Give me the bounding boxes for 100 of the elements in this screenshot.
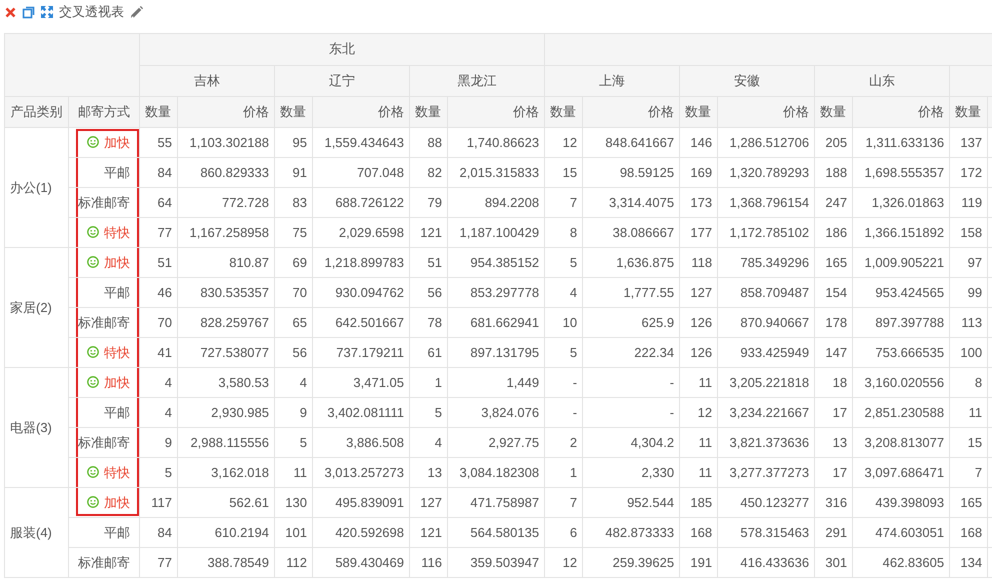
table-cell: 5	[140, 458, 178, 488]
table-cell: 11	[274, 458, 312, 488]
table-cell: 177	[680, 218, 718, 248]
table-cell: 118	[680, 248, 718, 278]
table-cell: 77	[140, 548, 178, 578]
table-cell: 101	[274, 518, 312, 548]
table-cell: 2	[544, 428, 583, 458]
table-cell: 75	[274, 218, 312, 248]
table-cell: 165	[814, 248, 853, 278]
header-cell: 数量	[680, 96, 718, 128]
table-cell: 11	[680, 458, 718, 488]
table-cell: 930.094762	[312, 278, 410, 308]
table-cell: 2,330	[582, 458, 680, 488]
table-cell: 3,277.377273	[718, 458, 815, 488]
table-cell: 4	[140, 398, 178, 428]
table-cell: 11	[680, 428, 718, 458]
table-cell: 7	[950, 458, 988, 488]
table-cell: 3,208.813077	[852, 428, 950, 458]
table-cell: 359.503947	[448, 548, 545, 578]
table-cell: -	[544, 368, 583, 398]
table-cell: 97	[950, 248, 988, 278]
table-cell: 8	[544, 218, 583, 248]
table-cell: 134	[950, 548, 988, 578]
table-cell: 69	[274, 248, 312, 278]
table-cell: 12	[680, 398, 718, 428]
table-cell: 1,368.796154	[718, 188, 815, 218]
table-cell: 电器(3)	[4, 368, 68, 488]
smiley-icon	[87, 226, 99, 238]
header-cell: 安徽	[680, 65, 815, 96]
table-cell: 810.87	[178, 248, 274, 278]
table-cell: 482.873333	[582, 518, 680, 548]
table-cell: 3,886.508	[312, 428, 410, 458]
table-cell: 4,304.2	[582, 428, 680, 458]
table-cell: 7	[544, 488, 583, 518]
table-cell: 848.641667	[582, 128, 680, 158]
table-cell: 589.430469	[312, 548, 410, 578]
header-cell: 数量	[544, 96, 583, 128]
table-cell: 185	[680, 488, 718, 518]
table-cell: 6	[544, 518, 583, 548]
table-cell: 51	[140, 248, 178, 278]
table-cell: 83	[274, 188, 312, 218]
table-cell: 12	[544, 548, 583, 578]
table-cell: 860.829333	[178, 158, 274, 188]
table-cell: 897.397788	[852, 308, 950, 338]
table-cell: 41	[140, 338, 178, 368]
table-title: 交叉透视表	[59, 3, 124, 21]
table-cell: 420.592698	[312, 518, 410, 548]
table-cell: 100	[950, 338, 988, 368]
table-cell: 121	[410, 218, 448, 248]
table-cell: 88	[410, 128, 448, 158]
table-cell: 7	[544, 188, 583, 218]
table-cell: 13	[410, 458, 448, 488]
table-cell: 191	[680, 548, 718, 578]
smiley-icon	[87, 256, 99, 268]
table-cell: 18	[814, 368, 853, 398]
table-cell: 3,471.05	[312, 368, 410, 398]
table-cell: 173	[680, 188, 718, 218]
table-cell: 17	[814, 398, 853, 428]
table-cell: 84	[140, 158, 178, 188]
table-cell: 1,559.434643	[312, 128, 410, 158]
table-cell: 830.535357	[178, 278, 274, 308]
shipping-method-label: 标准邮寄	[78, 434, 130, 450]
table-cell: 625.9	[582, 308, 680, 338]
table-cell: 51	[410, 248, 448, 278]
copy-icon[interactable]	[22, 6, 35, 18]
header-cell: 数量	[140, 96, 178, 128]
table-cell: 870.940667	[718, 308, 815, 338]
shipping-method-label: 加快	[104, 254, 130, 270]
table-cell: 147	[814, 338, 853, 368]
table-cell: 3,205.221818	[718, 368, 815, 398]
table-cell: 3,234.221667	[718, 398, 815, 428]
shipping-method-label: 平邮	[104, 404, 130, 420]
table-cell: 562.61	[178, 488, 274, 518]
table-cell: 3,160.020556	[852, 368, 950, 398]
shipping-method-label: 加快	[104, 374, 130, 390]
table-cell: 737.179211	[312, 338, 410, 368]
table-cell: 17	[814, 458, 853, 488]
table-cell: 291	[814, 518, 853, 548]
table-cell: 70	[274, 278, 312, 308]
expand-icon[interactable]	[41, 6, 53, 18]
table-cell: 953.424565	[852, 278, 950, 308]
smiley-icon	[87, 136, 99, 148]
table-cell: 1,187.100429	[448, 218, 545, 248]
header-cell: 产品类别	[4, 96, 68, 128]
table-cell: 165	[950, 488, 988, 518]
table-cell: -	[544, 398, 583, 428]
table-cell: 1,311.633136	[852, 128, 950, 158]
shipping-method-label: 特快	[104, 464, 130, 480]
edit-icon[interactable]	[130, 6, 143, 18]
close-icon[interactable]	[5, 6, 16, 18]
table-cell: 1,698.555357	[852, 158, 950, 188]
table-cell: 84	[140, 518, 178, 548]
table-cell: 247	[814, 188, 853, 218]
table-cell: 5	[544, 248, 583, 278]
table-cell: 2,015.315833	[448, 158, 545, 188]
table-cell: 127	[680, 278, 718, 308]
header-cell: 数量	[410, 96, 448, 128]
table-cell: 8	[950, 368, 988, 398]
table-cell: 1,777.55	[582, 278, 680, 308]
table-cell: 1	[410, 368, 448, 398]
